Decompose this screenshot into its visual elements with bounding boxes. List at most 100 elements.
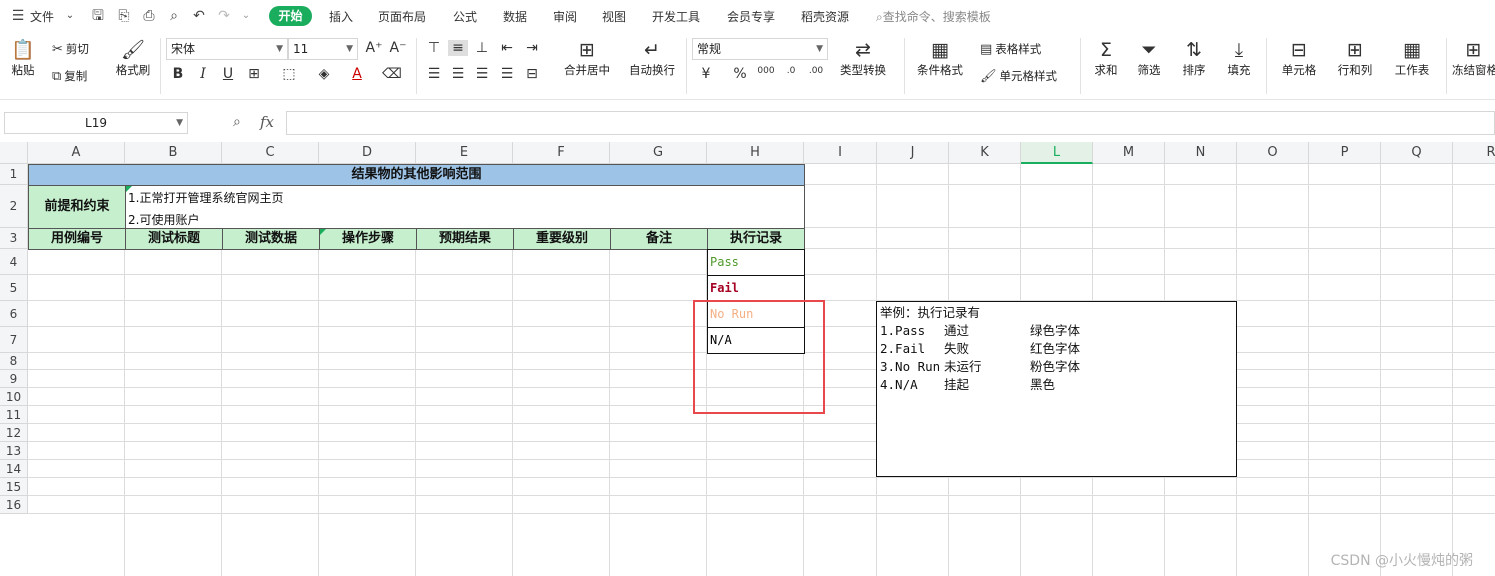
row-header-5[interactable]: 5 xyxy=(0,275,28,301)
sort-button[interactable]: ⇅ 排序 xyxy=(1175,38,1213,78)
menu-data[interactable]: 数据 xyxy=(503,8,527,25)
increase-decimal-icon[interactable]: .0 xyxy=(781,66,801,76)
column-header-p[interactable]: P xyxy=(1309,142,1381,164)
align-right-icon[interactable]: ☰ xyxy=(472,66,492,82)
column-header-h[interactable]: H xyxy=(707,142,804,164)
menu-view[interactable]: 视图 xyxy=(602,8,626,25)
cut-button[interactable]: ✂ 剪切 xyxy=(52,41,89,57)
save-icon[interactable]: 🖫 xyxy=(88,6,108,26)
font-color-icon[interactable]: A xyxy=(347,66,367,82)
type-convert-button[interactable]: ⇄ 类型转换 xyxy=(832,38,894,78)
wrap-text-button[interactable]: ↵ 自动换行 xyxy=(623,38,681,78)
fx-icon[interactable]: fx xyxy=(260,113,274,131)
command-search[interactable]: ⌕查找命令、搜索模板 xyxy=(876,8,991,25)
chevron-down-icon[interactable]: ⌄ xyxy=(236,6,256,26)
column-header-g[interactable]: G xyxy=(610,142,707,164)
align-top-icon[interactable]: ⊤ xyxy=(424,40,444,56)
column-header-q[interactable]: Q xyxy=(1381,142,1453,164)
row-header-2[interactable]: 2 xyxy=(0,185,28,228)
header-cell-e[interactable]: 预期结果 xyxy=(416,228,514,250)
merged-title-cell[interactable]: 结果物的其他影响范围 xyxy=(28,164,805,186)
number-format-dropdown[interactable]: 常规 ▼ xyxy=(692,38,828,60)
cell-style-button[interactable]: 🖌 单元格样式 xyxy=(980,68,1057,84)
row-header-1[interactable]: 1 xyxy=(0,164,28,185)
column-header-b[interactable]: B xyxy=(125,142,222,164)
justify-icon[interactable]: ☰ xyxy=(497,66,517,82)
column-header-o[interactable]: O xyxy=(1237,142,1309,164)
menu-developer[interactable]: 开发工具 xyxy=(652,8,700,25)
decrease-font-icon[interactable]: A⁻ xyxy=(388,40,408,56)
hamburger-icon[interactable]: ☰ xyxy=(8,6,28,26)
header-cell-a[interactable]: 用例编号 xyxy=(28,228,126,250)
font-name-dropdown[interactable]: 宋体 ▼ xyxy=(166,38,288,60)
row-header-3[interactable]: 3 xyxy=(0,228,28,249)
column-header-k[interactable]: K xyxy=(949,142,1021,164)
cells-button[interactable]: ⊟ 单元格 xyxy=(1274,38,1324,78)
chevron-down-icon[interactable]: ⌄ xyxy=(60,6,80,26)
exec-record-cell-h5[interactable]: Fail xyxy=(707,275,805,302)
table-style-button[interactable]: ▤ 表格样式 xyxy=(980,41,1041,57)
row-header-10[interactable]: 10 xyxy=(0,388,28,406)
freeze-panes-button[interactable]: ⊞ 冻结窗格 xyxy=(1452,38,1495,78)
thousands-icon[interactable]: 000 xyxy=(756,66,776,76)
column-header-e[interactable]: E xyxy=(416,142,513,164)
align-left-icon[interactable]: ☰ xyxy=(424,66,444,82)
row-header-7[interactable]: 7 xyxy=(0,327,28,353)
format-painter-button[interactable]: 🖌 格式刷 xyxy=(112,38,154,78)
bold-icon[interactable]: B xyxy=(168,66,188,82)
align-bottom-icon[interactable]: ⊥ xyxy=(472,40,492,56)
indent-increase-icon[interactable]: ⇥ xyxy=(522,40,542,56)
merge-center-button[interactable]: ⊞ 合并居中 xyxy=(555,38,619,78)
row-header-4[interactable]: 4 xyxy=(0,249,28,275)
column-header-m[interactable]: M xyxy=(1093,142,1165,164)
border-icon[interactable]: ⊞ xyxy=(244,66,264,82)
row-header-16[interactable]: 16 xyxy=(0,496,28,514)
worksheet-button[interactable]: ▦ 工作表 xyxy=(1386,38,1438,78)
fill-button[interactable]: ⤓ 填充 xyxy=(1220,38,1258,78)
font-size-dropdown[interactable]: 11 ▼ xyxy=(288,38,358,60)
menu-formula[interactable]: 公式 xyxy=(453,8,477,25)
sum-button[interactable]: Σ 求和 xyxy=(1088,38,1124,78)
exec-record-cell-h4[interactable]: Pass xyxy=(707,249,805,276)
copy-button[interactable]: ⧉ 复制 xyxy=(52,68,87,84)
header-cell-c[interactable]: 测试数据 xyxy=(222,228,320,250)
fill-color-icon[interactable]: ◈ xyxy=(314,66,334,82)
column-header-d[interactable]: D xyxy=(319,142,416,164)
align-center-icon[interactable]: ☰ xyxy=(448,66,468,82)
align-middle-icon[interactable]: ≡ xyxy=(448,40,468,56)
eraser-icon[interactable]: ⌫ xyxy=(382,66,402,82)
column-header-c[interactable]: C xyxy=(222,142,319,164)
note-textbox[interactable]: 举例：执行记录有 1.Pass 通过 绿色字体 2.Fail 失败 红色字体 3.No Run… xyxy=(876,301,1237,477)
row-header-13[interactable]: 13 xyxy=(0,442,28,460)
menu-page-layout[interactable]: 页面布局 xyxy=(378,8,426,25)
decrease-decimal-icon[interactable]: .00 xyxy=(806,66,826,76)
undo-icon[interactable]: ↶ xyxy=(189,6,209,26)
percent-icon[interactable]: % xyxy=(730,66,750,82)
header-cell-g[interactable]: 备注 xyxy=(610,228,708,250)
menu-file[interactable]: 文件 xyxy=(30,8,54,25)
export-pdf-icon[interactable]: ⎘ xyxy=(114,6,134,26)
currency-icon[interactable]: ¥ xyxy=(696,66,716,82)
paste-button[interactable]: 📋 粘贴 xyxy=(6,38,40,78)
redo-icon[interactable]: ↷ xyxy=(214,6,234,26)
header-cell-f[interactable]: 重要级别 xyxy=(513,228,611,250)
rows-cols-button[interactable]: ⊞ 行和列 xyxy=(1330,38,1380,78)
column-header-i[interactable]: I xyxy=(804,142,877,164)
column-header-a[interactable]: A xyxy=(28,142,125,164)
precondition-text-cell[interactable]: 1.正常打开管理系统官网主页2.可使用账户3.事项结果物界面正常可打开 xyxy=(125,185,805,229)
italic-icon[interactable]: I xyxy=(193,66,213,82)
header-cell-d[interactable]: 操作步骤 xyxy=(319,228,417,250)
row-header-15[interactable]: 15 xyxy=(0,478,28,496)
formula-input[interactable] xyxy=(286,111,1495,135)
precondition-label-cell[interactable]: 前提和约束 xyxy=(28,185,126,229)
menu-insert[interactable]: 插入 xyxy=(329,8,353,25)
select-all-corner[interactable] xyxy=(0,142,28,164)
fill-pattern-icon[interactable]: ⬚ xyxy=(279,66,299,82)
name-box[interactable]: L19 ▼ xyxy=(4,112,188,134)
row-header-14[interactable]: 14 xyxy=(0,460,28,478)
menu-docer-resources[interactable]: 稻壳资源 xyxy=(801,8,849,25)
column-header-j[interactable]: J xyxy=(877,142,949,164)
column-header-l[interactable]: L xyxy=(1021,142,1093,164)
distribute-icon[interactable]: ⊟ xyxy=(522,66,542,82)
row-header-12[interactable]: 12 xyxy=(0,424,28,442)
